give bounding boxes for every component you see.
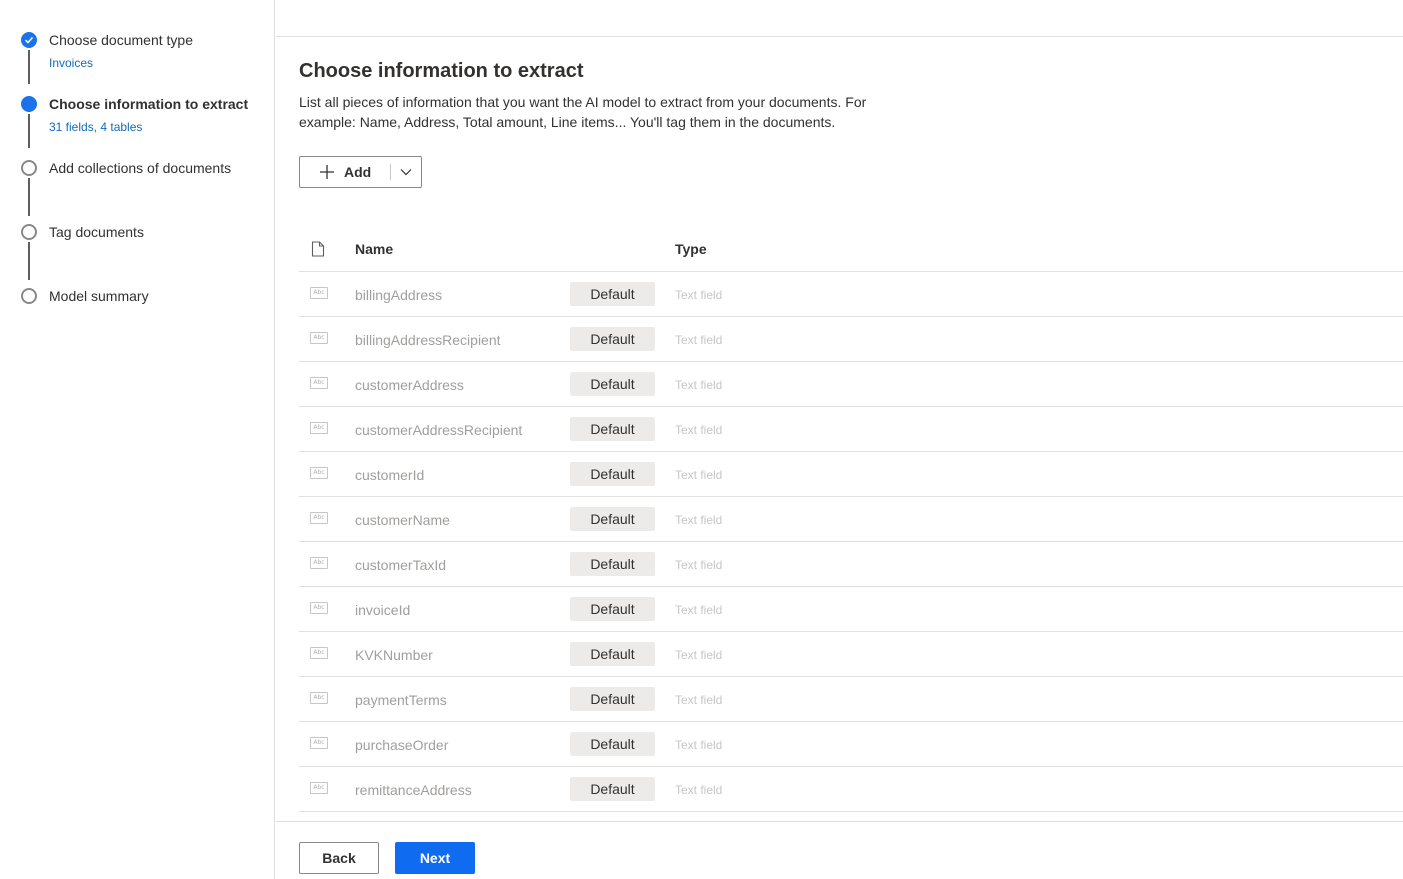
table-row[interactable]: Abc customerAddressRecipient Default Tex…: [299, 407, 1403, 452]
default-badge: Default: [570, 372, 655, 396]
column-header-name[interactable]: Name: [355, 241, 393, 257]
field-name: customerAddressRecipient: [355, 422, 523, 438]
field-name: customerName: [355, 512, 450, 528]
default-badge: Default: [570, 552, 655, 576]
step-title: Add collections of documents: [49, 160, 232, 176]
field-type: Text field: [675, 378, 723, 392]
default-badge: Default: [570, 687, 655, 711]
field-name: billingAddress: [355, 287, 443, 303]
top-bar: [276, 0, 1403, 37]
table-row[interactable]: Abc purchaseOrder Default Text field: [299, 722, 1403, 767]
add-button-label[interactable]: Add: [344, 164, 371, 180]
pending-step-indicator-icon: [21, 224, 37, 240]
field-name: paymentTerms: [355, 692, 447, 708]
wizard-footer: Back Next: [276, 821, 1403, 879]
page-title: Choose information to extract: [299, 60, 584, 82]
checkmark-icon: [21, 32, 37, 48]
text-field-icon: Abc: [310, 647, 328, 659]
default-badge: Default: [570, 462, 655, 486]
field-type: Text field: [675, 558, 723, 572]
text-field-icon: Abc: [310, 287, 328, 299]
text-field-icon: Abc: [310, 602, 328, 614]
chevron-down-icon[interactable]: [399, 166, 413, 178]
table-row[interactable]: Abc KVKNumber Default Text field: [299, 632, 1403, 677]
column-header-type[interactable]: Type: [675, 241, 707, 257]
next-button[interactable]: Next: [395, 842, 475, 874]
field-name: purchaseOrder: [355, 737, 449, 753]
default-badge: Default: [570, 597, 655, 621]
field-name: KVKNumber: [355, 647, 433, 663]
step-connector: [28, 178, 30, 216]
default-badge: Default: [570, 507, 655, 531]
default-badge: Default: [570, 777, 655, 801]
step-connector: [28, 50, 30, 84]
plus-icon: [320, 165, 334, 179]
page-description: List all pieces of information that you …: [299, 94, 867, 130]
default-badge: Default: [570, 417, 655, 441]
table-row[interactable]: Abc customerTaxId Default Text field: [299, 542, 1403, 587]
default-badge: Default: [570, 282, 655, 306]
field-type: Text field: [675, 423, 723, 437]
text-field-icon: Abc: [310, 377, 328, 389]
text-field-icon: Abc: [310, 512, 328, 524]
field-name: billingAddressRecipient: [355, 332, 501, 348]
fields-table: Name Type Abc billingAddress Default Tex…: [299, 226, 1403, 812]
default-badge: Default: [570, 327, 655, 351]
field-type: Text field: [675, 648, 723, 662]
step-connector: [28, 114, 30, 148]
default-badge: Default: [570, 732, 655, 756]
field-type: Text field: [675, 288, 723, 302]
current-step-indicator-icon: [21, 96, 37, 112]
step-title: Choose information to extract: [49, 96, 249, 112]
step-title: Tag documents: [49, 224, 144, 240]
table-row[interactable]: Abc customerName Default Text field: [299, 497, 1403, 542]
field-type: Text field: [675, 468, 723, 482]
field-type: Text field: [675, 513, 723, 527]
pending-step-indicator-icon: [21, 288, 37, 304]
text-field-icon: Abc: [310, 782, 328, 794]
text-field-icon: Abc: [310, 557, 328, 569]
wizard-stepper: Choose document type Invoices Choose inf…: [0, 0, 275, 879]
text-field-icon: Abc: [310, 737, 328, 749]
step-subtitle-link[interactable]: Invoices: [49, 56, 93, 70]
field-type: Text field: [675, 783, 723, 797]
field-name: remittanceAddress: [355, 782, 472, 798]
table-row[interactable]: Abc remittanceAddress Default Text field: [299, 767, 1403, 812]
step-title: Model summary: [49, 288, 149, 304]
table-row[interactable]: Abc customerId Default Text field: [299, 452, 1403, 497]
split-divider: [390, 164, 391, 180]
table-row[interactable]: Abc billingAddressRecipient Default Text…: [299, 317, 1403, 362]
table-row[interactable]: Abc invoiceId Default Text field: [299, 587, 1403, 632]
step-connector: [28, 242, 30, 280]
add-split-button[interactable]: Add: [299, 156, 422, 188]
default-badge: Default: [570, 642, 655, 666]
field-type: Text field: [675, 333, 723, 347]
field-name: customerAddress: [355, 377, 464, 393]
text-field-icon: Abc: [310, 422, 328, 434]
table-header: Name Type: [299, 226, 1403, 272]
document-icon: [311, 241, 325, 257]
back-button[interactable]: Back: [299, 842, 379, 874]
text-field-icon: Abc: [310, 467, 328, 479]
field-type: Text field: [675, 603, 723, 617]
main-panel: Choose information to extract List all p…: [276, 0, 1403, 879]
table-row[interactable]: Abc billingAddress Default Text field: [299, 272, 1403, 317]
table-row[interactable]: Abc customerAddress Default Text field: [299, 362, 1403, 407]
step-subtitle-link[interactable]: 31 fields, 4 tables: [49, 120, 142, 134]
table-row[interactable]: Abc paymentTerms Default Text field: [299, 677, 1403, 722]
text-field-icon: Abc: [310, 692, 328, 704]
field-name: invoiceId: [355, 602, 411, 618]
field-name: customerTaxId: [355, 557, 447, 573]
step-title: Choose document type: [49, 32, 193, 48]
text-field-icon: Abc: [310, 332, 328, 344]
field-type: Text field: [675, 738, 723, 752]
field-name: customerId: [355, 467, 425, 483]
pending-step-indicator-icon: [21, 160, 37, 176]
field-type: Text field: [675, 693, 723, 707]
